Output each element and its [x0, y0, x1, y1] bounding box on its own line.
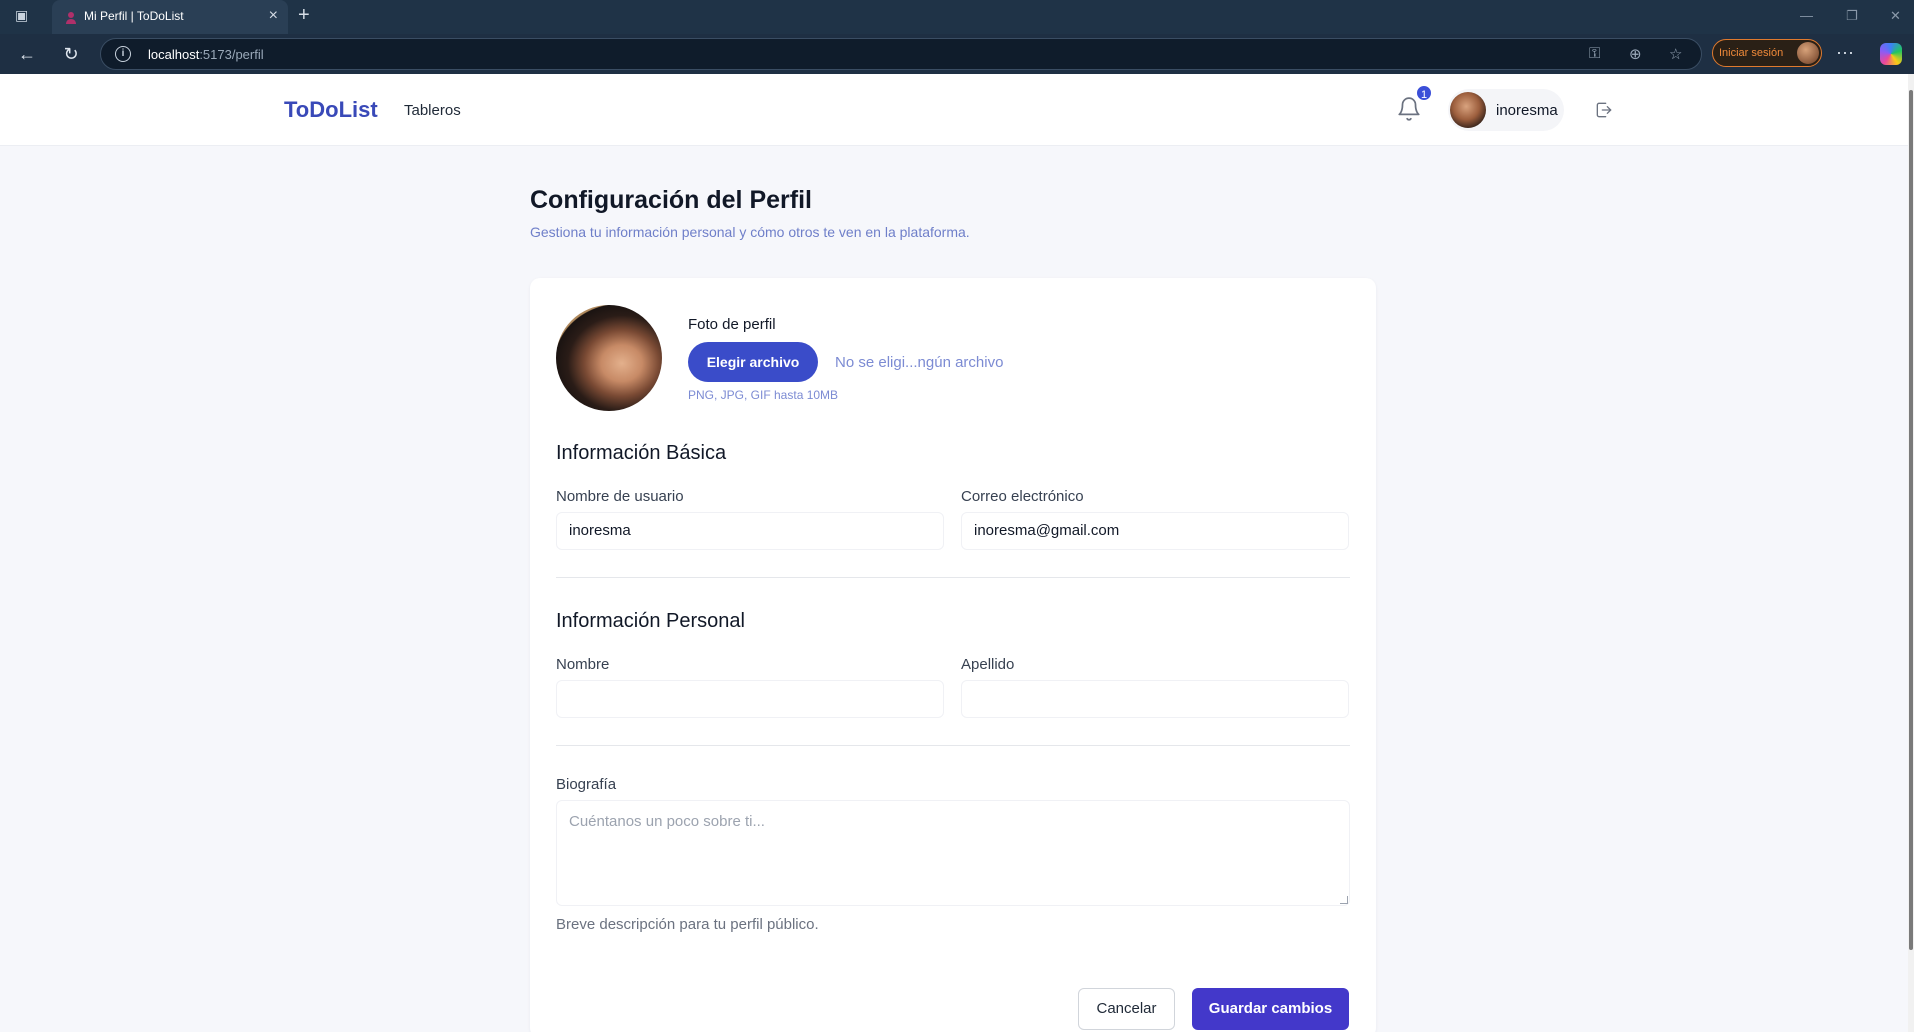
close-window-icon[interactable]: ✕ — [1890, 8, 1901, 24]
profile-photo — [556, 305, 662, 411]
username-field[interactable]: inoresma — [556, 512, 944, 550]
new-tab-icon[interactable]: + — [298, 5, 310, 25]
first-name-field[interactable] — [556, 680, 944, 718]
url-input[interactable]: i localhost:5173/perfil ⚿ ⊕ ☆ — [100, 38, 1702, 70]
page-subtitle: Gestiona tu información personal y cómo … — [530, 224, 970, 240]
username-label: Nombre de usuario — [556, 488, 684, 505]
restore-icon[interactable]: ❐ — [1846, 8, 1858, 24]
close-tab-icon[interactable]: × — [269, 7, 278, 25]
tab-title: Mi Perfil | ToDoList — [84, 9, 184, 23]
favicon-icon — [66, 12, 76, 24]
notification-badge: 1 — [1415, 84, 1433, 102]
logout-icon[interactable] — [1594, 100, 1614, 120]
photo-hint: PNG, JPG, GIF hasta 10MB — [688, 388, 839, 402]
browser-profile-avatar — [1797, 42, 1819, 64]
avatar — [1450, 92, 1486, 128]
browser-address-bar: ← ↻ i localhost:5173/perfil ⚿ ⊕ ☆ Inicia… — [0, 34, 1914, 74]
browser-tab[interactable]: Mi Perfil | ToDoList × — [52, 0, 288, 34]
user-name: inoresma — [1496, 102, 1558, 119]
nav-link-boards[interactable]: Tableros — [404, 102, 461, 119]
bio-textarea[interactable]: Cuéntanos un poco sobre ti... — [556, 800, 1350, 906]
app-header: ToDoList Tableros 1 inoresma — [0, 74, 1908, 146]
divider — [556, 745, 1350, 746]
copilot-icon[interactable] — [1880, 43, 1902, 65]
choose-file-button[interactable]: Elegir archivo — [688, 342, 818, 382]
page-title: Configuración del Perfil — [530, 186, 812, 214]
reload-icon[interactable]: ↻ — [60, 43, 82, 65]
no-file-text: No se eligi...ngún archivo — [835, 354, 1004, 371]
bio-label: Biografía — [556, 776, 617, 793]
last-name-label: Apellido — [961, 656, 1015, 673]
browser-tab-bar: ▣ Mi Perfil | ToDoList × + — ❐ ✕ — [0, 0, 1914, 34]
favorite-star-icon[interactable]: ☆ — [1669, 45, 1682, 63]
first-name-label: Nombre — [556, 656, 610, 673]
more-options-icon[interactable]: ··· — [1836, 42, 1854, 63]
site-info-icon[interactable]: i — [115, 46, 131, 62]
resize-handle-icon[interactable] — [1340, 896, 1348, 904]
key-icon[interactable]: ⚿ — [1589, 45, 1600, 62]
cancel-button[interactable]: Cancelar — [1078, 988, 1175, 1030]
section-title-basic: Información Básica — [556, 442, 727, 464]
back-icon[interactable]: ← — [16, 43, 38, 65]
scrollbar-thumb[interactable] — [1909, 90, 1913, 950]
save-button[interactable]: Guardar cambios — [1192, 988, 1349, 1030]
workspaces-icon[interactable]: ▣ — [15, 7, 35, 27]
user-menu[interactable]: inoresma — [1448, 89, 1564, 131]
photo-label: Foto de perfil — [688, 316, 776, 333]
email-label: Correo electrónico — [961, 488, 1084, 505]
divider — [556, 577, 1350, 578]
url-text: localhost:5173/perfil — [148, 47, 264, 62]
bio-hint: Breve descripción para tu perfil público… — [556, 916, 819, 933]
section-title-personal: Información Personal — [556, 610, 745, 632]
last-name-field[interactable] — [961, 680, 1349, 718]
browser-signin-button[interactable]: Iniciar sesión — [1712, 39, 1822, 67]
email-field[interactable]: inoresma@gmail.com — [961, 512, 1349, 550]
minimize-icon[interactable]: — — [1800, 8, 1813, 23]
zoom-icon[interactable]: ⊕ — [1629, 45, 1642, 63]
brand-logo[interactable]: ToDoList — [284, 97, 378, 123]
